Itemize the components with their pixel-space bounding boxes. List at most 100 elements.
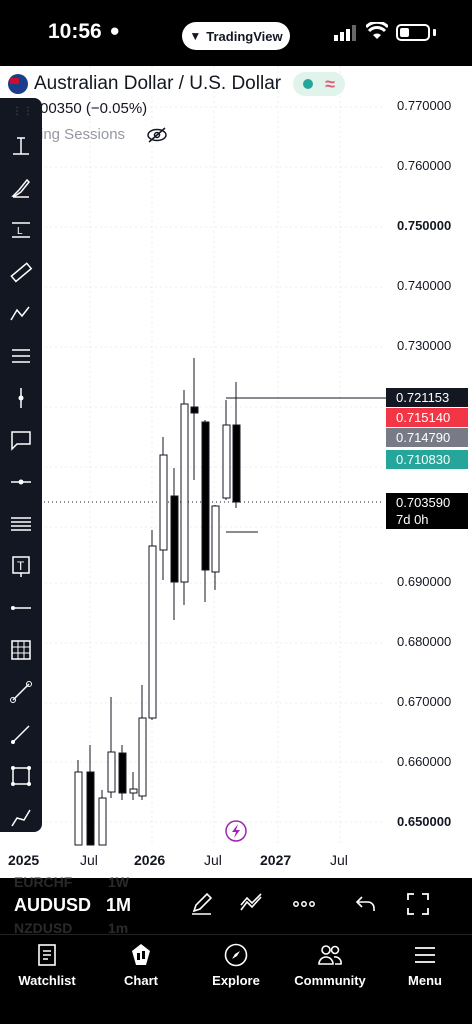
status-time: 10:56 (48, 20, 102, 43)
grid-tool[interactable] (5, 634, 37, 666)
ray-icon (11, 725, 30, 744)
nav-label: Explore (212, 973, 260, 988)
watchlist-icon (38, 944, 56, 966)
undo-button[interactable] (350, 888, 382, 920)
ray-tool[interactable] (5, 718, 37, 750)
price-label: 0.760000 (397, 158, 452, 173)
green-price-tag: 0.710830 (386, 450, 468, 469)
grip-icon[interactable]: ⋮⋮ (12, 106, 34, 117)
cross-line-tool[interactable] (5, 130, 37, 162)
community-icon (318, 945, 342, 965)
nav-community[interactable]: Community (283, 941, 377, 988)
pattern-icon (10, 306, 30, 321)
callout-icon (11, 431, 31, 451)
price-label: 0.770000 (397, 98, 452, 113)
nav-label: Watchlist (18, 973, 76, 988)
horizontal-ray-icon (11, 479, 31, 485)
chart-area[interactable]: 0.770000 0.760000 0.750000 0.740000 0.73… (0, 66, 472, 878)
trend-line-tool[interactable] (5, 676, 37, 708)
delayed-data-icon: ≈ (325, 74, 336, 94)
menu-icon (415, 947, 435, 963)
ruler-tool[interactable] (5, 256, 37, 288)
horizontal-line-tool[interactable] (5, 592, 37, 624)
price-label: 0.680000 (397, 634, 452, 649)
time-label: Jul (80, 852, 98, 868)
rectangle-icon (11, 766, 31, 786)
nav-label: Chart (124, 973, 158, 988)
trend-line-icon (10, 681, 32, 703)
focus-mode-icon: ⚫ (108, 24, 122, 41)
drawing-button[interactable] (186, 888, 218, 920)
nav-explore[interactable]: Explore (189, 941, 283, 988)
price-label: 0.730000 (397, 338, 452, 353)
battery-icon (396, 24, 430, 41)
symbol-selector[interactable]: AUDUSD (14, 895, 91, 916)
countdown-tag: 7d 0h (386, 510, 468, 529)
market-status-badge[interactable]: ≈ (293, 72, 346, 96)
vertical-line-tool[interactable] (5, 382, 37, 414)
compass-icon (224, 943, 248, 967)
chart-icon (132, 944, 150, 965)
fib-channel-icon (11, 517, 31, 531)
tradingview-pill[interactable]: ▼ TradingView (182, 22, 290, 50)
time-label: 2025 (8, 852, 40, 868)
pen-icon (192, 892, 213, 915)
price-label: 0.660000 (397, 754, 452, 769)
fullscreen-button[interactable] (402, 888, 434, 920)
nav-chart[interactable]: Chart (94, 941, 188, 988)
time-label: Jul (330, 852, 348, 868)
ghost-symbol: EURCHF (14, 874, 73, 890)
time-label: Jul (204, 852, 222, 868)
callout-tool[interactable] (5, 424, 37, 456)
price-label: 0.740000 (397, 278, 452, 293)
interval-selector[interactable]: 1M (106, 895, 131, 916)
fib-icon (12, 349, 30, 363)
nav-menu[interactable]: Menu (378, 941, 472, 988)
status-bar: 10:56 ⚫ ▼ TradingView (0, 0, 472, 66)
red-price-tag: 0.715140 (386, 408, 468, 427)
symbol-title[interactable]: Australian Dollar / U.S. Dollar (34, 73, 281, 95)
cross-line-icon (13, 137, 29, 155)
horizontal-ray-tool[interactable] (5, 466, 37, 498)
indicators-icon (240, 893, 262, 911)
australia-flag-icon (8, 74, 28, 94)
grid-icon (11, 640, 31, 660)
sessions-label[interactable]: ing Sessions (40, 126, 125, 143)
undo-icon (355, 896, 375, 911)
price-change: 00350 (−0.05%) (40, 100, 148, 117)
long-position-icon: L (12, 222, 30, 238)
tradingview-logo-icon: ▼ (189, 29, 202, 43)
brush-icon (11, 178, 31, 198)
time-label: 2027 (260, 852, 292, 868)
nav-label: Menu (408, 973, 442, 988)
rectangle-tool[interactable] (5, 760, 37, 792)
price-label: 0.650000 (397, 814, 452, 829)
text-tool[interactable]: T (5, 550, 37, 582)
more-options-button[interactable] (288, 888, 320, 920)
horizontal-line-icon (11, 606, 31, 610)
fib-tool[interactable] (5, 340, 37, 372)
market-open-icon (303, 79, 314, 89)
tradingview-pill-label: TradingView (206, 28, 283, 44)
gray-price-tag: 0.714790 (386, 428, 468, 447)
fib-channel-tool[interactable] (5, 508, 37, 540)
long-position-tool[interactable]: L (5, 214, 37, 246)
path-icon (11, 809, 31, 827)
ghost-interval: 1W (108, 874, 129, 890)
symbol-header[interactable]: Australian Dollar / U.S. Dollar ≈ (8, 72, 346, 96)
path-tool[interactable] (5, 802, 37, 834)
pattern-tool[interactable] (5, 298, 37, 330)
price-label: 0.750000 (397, 218, 452, 233)
nav-label: Community (294, 973, 366, 988)
nav-watchlist[interactable]: Watchlist (0, 941, 94, 988)
text-icon: T (12, 556, 30, 577)
drawing-toolbar: ⋮⋮ L T (0, 98, 42, 832)
vertical-line-icon (18, 388, 24, 408)
time-label: 2026 (134, 852, 166, 868)
indicators-button[interactable] (236, 888, 268, 920)
svg-text:T: T (17, 559, 25, 573)
svg-text:L: L (17, 226, 23, 237)
brush-tool[interactable] (5, 172, 37, 204)
eye-off-icon[interactable] (146, 126, 168, 144)
price-label: 0.690000 (397, 574, 452, 589)
